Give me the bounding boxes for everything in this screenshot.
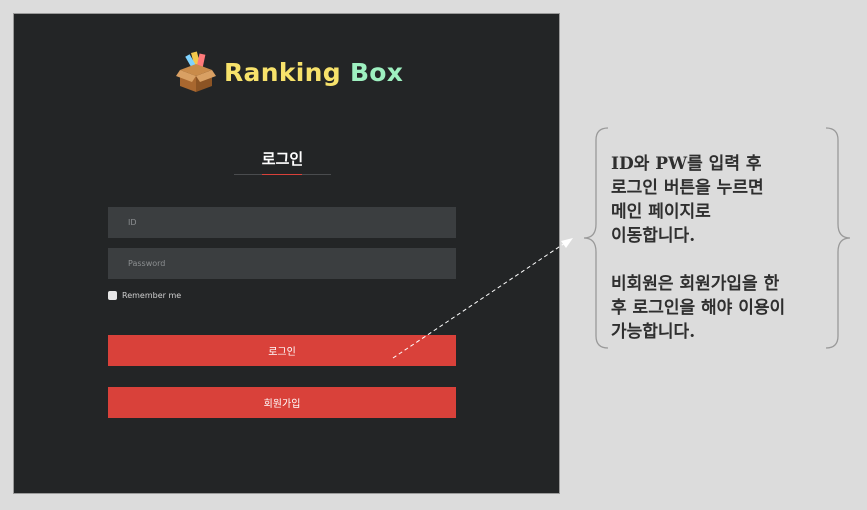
- login-button[interactable]: 로그인: [108, 335, 456, 366]
- left-brace: [583, 127, 609, 349]
- remember-me-label: Remember me: [122, 291, 182, 300]
- remember-me[interactable]: Remember me: [108, 291, 181, 300]
- login-panel: Ranking Box 로그인 Remember me 로그인 회원가입: [13, 13, 560, 494]
- logo-wordmark: Ranking Box: [224, 58, 403, 87]
- checkbox-icon[interactable]: [108, 291, 117, 300]
- note-line: 로그인 버튼을 누르면: [611, 178, 764, 198]
- note-line: 후 로그인을 해야 이용이: [611, 298, 786, 318]
- ranking-box-logo: Ranking Box: [176, 50, 403, 94]
- note-paragraph-1: ID와 PW를 입력 후 로그인 버튼을 누르면 메인 페이지로 이동합니다.: [611, 152, 836, 248]
- title-accent-line: [262, 174, 302, 175]
- id-input[interactable]: [108, 207, 456, 238]
- annotation-note: ID와 PW를 입력 후 로그인 버튼을 누르면 메인 페이지로 이동합니다. …: [611, 152, 836, 344]
- signup-button[interactable]: 회원가입: [108, 387, 456, 418]
- note-line: 가능합니다.: [611, 322, 696, 342]
- note-paragraph-2: 비회원은 회원가입을 한 후 로그인을 해야 이용이 가능합니다.: [611, 272, 836, 344]
- note-line: ID와 PW를 입력 후: [611, 154, 762, 174]
- note-line: 비회원은 회원가입을 한: [611, 274, 780, 294]
- password-input[interactable]: [108, 248, 456, 279]
- page-title: 로그인: [261, 150, 304, 168]
- gift-box-icon: [176, 51, 216, 92]
- title-divider: [234, 174, 331, 175]
- note-line: 이동합니다.: [611, 226, 696, 246]
- logo-word-box: Box: [349, 57, 404, 87]
- note-line: 메인 페이지로: [611, 202, 711, 222]
- logo-word-ranking: Ranking: [224, 57, 341, 87]
